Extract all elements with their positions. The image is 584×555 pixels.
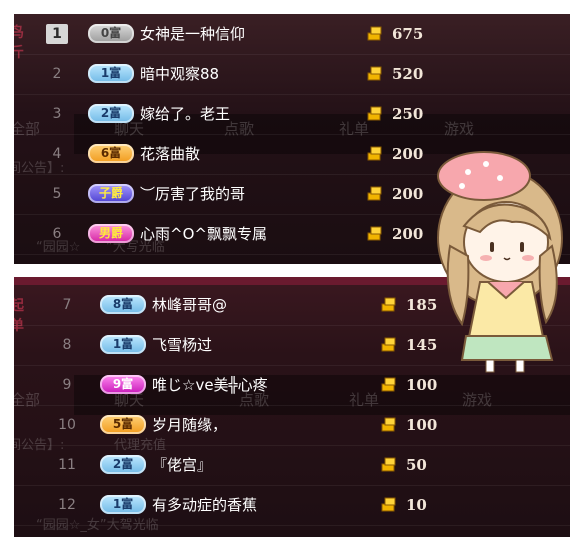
- wealth-badge: 2富: [100, 455, 146, 474]
- rank-row[interactable]: 11 2富 『佬宫』 50: [14, 445, 570, 486]
- score-value: 520: [392, 65, 424, 83]
- gold-coin-icon: [381, 417, 396, 432]
- noble-badge: 男爵: [88, 224, 134, 243]
- rank-number: 8: [62, 337, 72, 353]
- rank-row[interactable]: 12 1富 有多动症的香蕉 10: [14, 485, 570, 526]
- user-name[interactable]: 女神是一种信仰: [140, 24, 245, 44]
- rank-number: 11: [58, 457, 76, 473]
- rank-row[interactable]: 3 2富 嫁给了。老王 250: [14, 94, 570, 135]
- user-name[interactable]: 暗中观察88: [140, 64, 219, 84]
- rank-number: 4: [52, 146, 62, 162]
- gold-coin-icon: [367, 186, 382, 201]
- wealth-badge: 1富: [100, 335, 146, 354]
- score-value: 200: [392, 145, 424, 163]
- wealth-badge: 0富: [88, 24, 134, 43]
- score-value: 200: [392, 225, 424, 243]
- score-value: 10: [406, 496, 427, 514]
- gold-coin-icon: [367, 66, 382, 81]
- wealth-badge: 1富: [88, 64, 134, 83]
- girl-mascot-sticker: [437, 151, 563, 373]
- user-name[interactable]: 花落曲散: [140, 144, 200, 164]
- gold-coin-icon: [381, 377, 396, 392]
- gold-coin-icon: [381, 337, 396, 352]
- gold-coin-icon: [367, 146, 382, 161]
- rank-number: 7: [62, 297, 72, 313]
- score-value: 250: [392, 105, 424, 123]
- score-value: 675: [392, 25, 424, 43]
- score-value: 100: [406, 376, 438, 394]
- gold-coin-icon: [381, 297, 396, 312]
- user-name[interactable]: 有多动症的香蕉: [152, 495, 257, 515]
- wealth-badge: 9富: [100, 375, 146, 394]
- rank-row[interactable]: 1 0富 女神是一种信仰 675: [14, 14, 570, 55]
- rank-number: 6: [52, 226, 62, 242]
- wealth-badge: 1富: [100, 495, 146, 514]
- score-value: 200: [392, 185, 424, 203]
- rank-number: 2: [52, 66, 62, 82]
- wealth-badge: 5富: [100, 415, 146, 434]
- rank-row[interactable]: 10 5富 岁月随缘， 100: [14, 405, 570, 446]
- wealth-badge: 2富: [88, 104, 134, 123]
- wealth-badge: 8富: [100, 295, 146, 314]
- user-name[interactable]: 岁月随缘，: [152, 415, 227, 435]
- score-value: 50: [406, 456, 427, 474]
- user-name[interactable]: ︶厉害了我的哥: [140, 184, 245, 204]
- user-name[interactable]: 林峰哥哥@: [152, 295, 227, 315]
- score-value: 100: [406, 416, 438, 434]
- rank-number: 10: [58, 417, 76, 433]
- noble-badge: 子爵: [88, 184, 134, 203]
- user-name[interactable]: 唯じ☆ve美╬心疼: [152, 375, 268, 395]
- rank-number: 3: [52, 106, 62, 122]
- user-name[interactable]: 嫁给了。老王: [140, 104, 230, 124]
- rank-row[interactable]: 2 1富 暗中观察88 520: [14, 54, 570, 95]
- gold-coin-icon: [367, 226, 382, 241]
- wealth-badge: 6富: [88, 144, 134, 163]
- user-name[interactable]: 心雨^O^飘飘专属: [140, 224, 267, 244]
- gold-coin-icon: [367, 106, 382, 121]
- rank-number: 9: [62, 377, 72, 393]
- user-name[interactable]: 『佬宫』: [152, 455, 212, 475]
- gold-coin-icon: [381, 457, 396, 472]
- rank-number: 12: [58, 497, 76, 513]
- rank-number: 1: [46, 24, 68, 44]
- user-name[interactable]: 飞雪杨过: [152, 335, 212, 355]
- gold-coin-icon: [381, 497, 396, 512]
- gold-coin-icon: [367, 26, 382, 41]
- rank-number: 5: [52, 186, 62, 202]
